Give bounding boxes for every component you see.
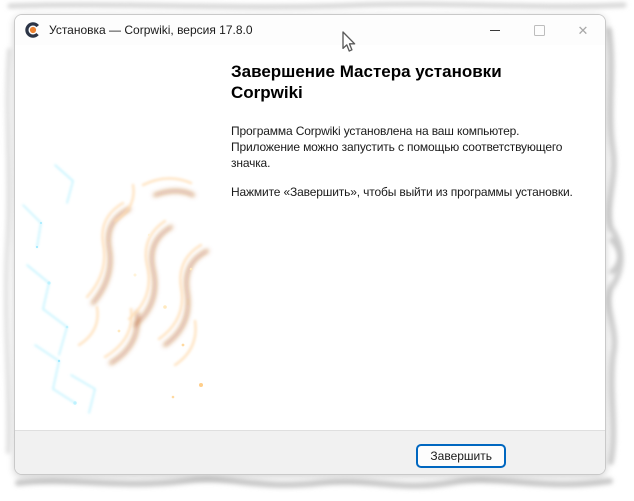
app-logo-icon <box>25 22 41 38</box>
minimize-button[interactable] <box>473 15 517 45</box>
screenshot-canvas: Установка — Corpwiki, версия 17.8.0 ✕ <box>0 0 634 501</box>
wizard-hero-image <box>15 45 216 432</box>
window-controls: ✕ <box>473 15 605 45</box>
page-title: Завершение Мастера установки Corpwiki <box>231 61 566 104</box>
wizard-content-pane: Завершение Мастера установки Corpwiki Пр… <box>216 45 606 432</box>
close-button[interactable]: ✕ <box>561 15 605 45</box>
press-finish-text: Нажмите «Завершить», чтобы выйти из прог… <box>231 184 589 200</box>
maximize-icon <box>534 25 545 36</box>
install-complete-text: Программа Corpwiki установлена на ваш ко… <box>231 123 589 172</box>
wizard-footer: Завершить <box>15 430 605 474</box>
maximize-button[interactable] <box>517 15 561 45</box>
finish-button[interactable]: Завершить <box>416 444 506 468</box>
cursor-arrow-icon <box>341 31 356 53</box>
brain-illustration-overlay <box>15 45 216 432</box>
installer-window: Установка — Corpwiki, версия 17.8.0 ✕ <box>14 14 606 475</box>
minimize-icon <box>490 30 500 31</box>
close-icon: ✕ <box>578 24 589 37</box>
title-bar[interactable]: Установка — Corpwiki, версия 17.8.0 ✕ <box>15 15 605 45</box>
window-title: Установка — Corpwiki, версия 17.8.0 <box>49 23 253 37</box>
